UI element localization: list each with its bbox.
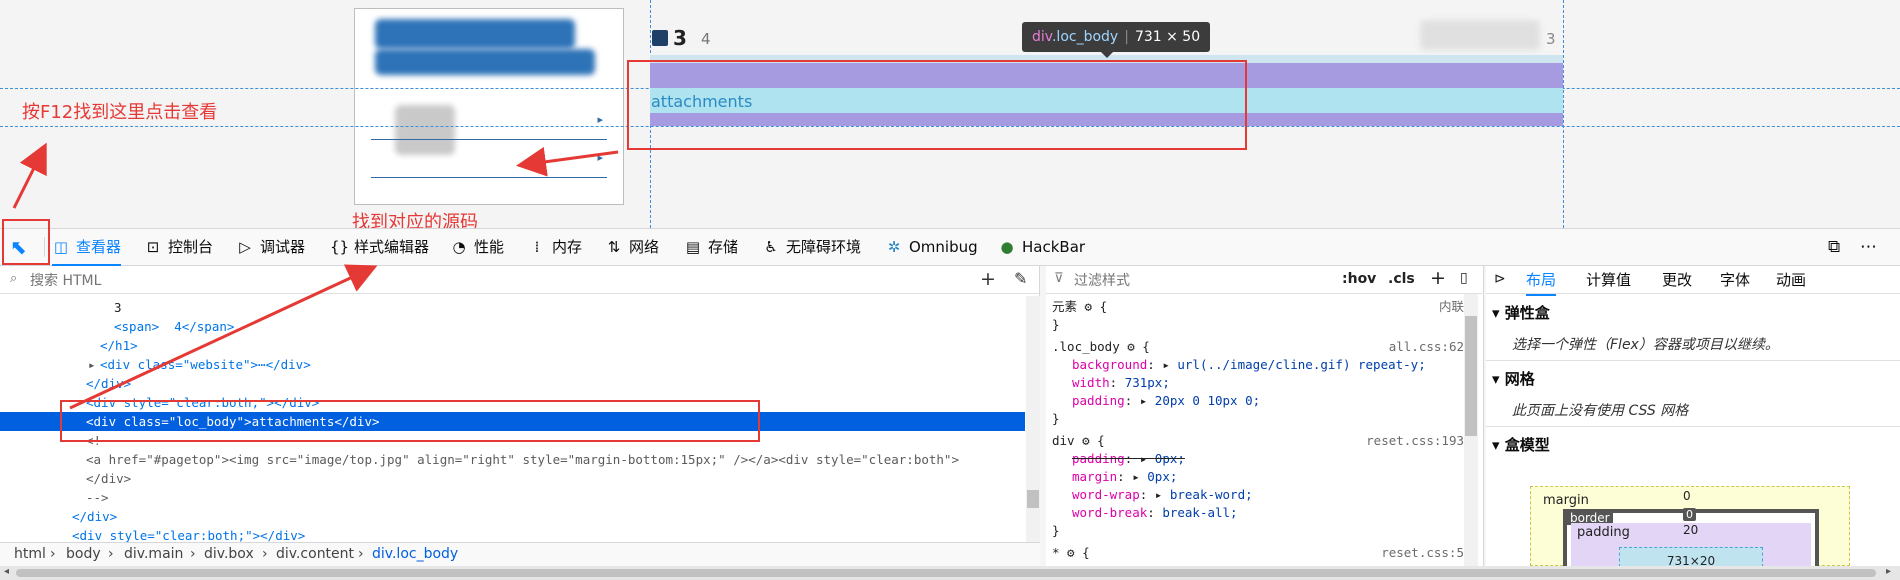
box-padding-top-value[interactable]: 20 bbox=[1683, 523, 1698, 537]
performance-icon: ◔ bbox=[452, 238, 466, 256]
breadcrumb-item[interactable]: div.content bbox=[276, 543, 354, 566]
tab-changes[interactable]: 更改 bbox=[1662, 266, 1692, 294]
section-divider bbox=[1486, 426, 1900, 427]
css-declaration[interactable]: padding: ▸ 20px 0 10px 0; bbox=[1052, 392, 1260, 410]
box-padding-label: padding bbox=[1577, 525, 1630, 540]
markup-line[interactable]: --> bbox=[0, 488, 1025, 507]
box-model-padding[interactable]: padding 20 731×20 bbox=[1571, 523, 1811, 567]
tab-label: 性能 bbox=[474, 238, 505, 256]
toggle-sidebar-icon[interactable]: ⊳ bbox=[1494, 271, 1506, 287]
grid-section-header[interactable]: ▾ 网格 bbox=[1492, 368, 1535, 389]
rules-scrollbar-thumb[interactable] bbox=[1465, 316, 1477, 436]
tab-label: Omnibug bbox=[909, 238, 978, 256]
breadcrumb: html › body › div.main › div.box › div.c… bbox=[0, 542, 1040, 566]
tab-label: 无障碍环境 bbox=[786, 238, 862, 256]
tab-storage[interactable]: ▤ 存储 bbox=[684, 229, 738, 265]
tab-accessibility[interactable]: ♿ 无障碍环境 bbox=[762, 229, 861, 265]
tab-hackbar[interactable]: ● HackBar bbox=[998, 229, 1085, 265]
rule-universal[interactable]: * ⚙ {reset.css:5 bbox=[1052, 544, 1464, 562]
css-declaration-overridden[interactable]: padding: ▸ 0px; bbox=[1052, 450, 1185, 468]
breadcrumb-separator: › bbox=[358, 546, 364, 562]
tab-computed[interactable]: 计算值 bbox=[1586, 266, 1631, 294]
filter-styles-input[interactable] bbox=[1072, 270, 1316, 292]
sidebar-tabs: ⊳ 布局 计算值 更改 字体 动画 bbox=[1486, 266, 1900, 296]
rule-loc-body[interactable]: .loc_body ⚙ {all.css:62 bbox=[1052, 338, 1464, 356]
css-declaration[interactable]: background: ▸ url(../image/cline.gif) re… bbox=[1052, 356, 1426, 374]
tab-fonts[interactable]: 字体 bbox=[1720, 266, 1750, 294]
hackbar-icon: ● bbox=[1000, 238, 1014, 256]
web-page-viewport: ▸ ▸ 3 4 3 attachments div.loc_body | 731 ×… bbox=[0, 0, 1900, 228]
more-options-icon[interactable]: ⋯ bbox=[1860, 229, 1877, 265]
breadcrumb-item[interactable]: body bbox=[66, 543, 101, 566]
tab-memory[interactable]: ⁞ 内存 bbox=[528, 229, 582, 265]
flexbox-section-text: 选择一个弹性（Flex）容器或项目以继续。 bbox=[1512, 337, 1779, 353]
dock-icon[interactable]: ⧉ bbox=[1828, 229, 1840, 265]
scroll-left-icon[interactable]: ◂ bbox=[4, 566, 9, 577]
network-icon: ⇅ bbox=[607, 238, 621, 256]
annotation-arrow-toolbar bbox=[69, 264, 378, 410]
css-declaration[interactable]: margin: ▸ 0px; bbox=[1052, 468, 1177, 486]
tab-label: HackBar bbox=[1022, 238, 1086, 256]
markup-line[interactable]: </div> bbox=[0, 469, 1025, 488]
tab-animations[interactable]: 动画 bbox=[1776, 266, 1806, 294]
eyedropper-icon[interactable]: ✎ bbox=[1014, 269, 1027, 288]
scroll-right-icon[interactable]: ▸ bbox=[1886, 566, 1891, 577]
annotation-arrows bbox=[12, 142, 619, 209]
horizontal-scrollbar-thumb[interactable] bbox=[16, 569, 1876, 577]
css-declaration[interactable]: word-wrap: ▸ break-word; bbox=[1052, 486, 1253, 504]
cls-toggle[interactable]: .cls bbox=[1388, 271, 1415, 287]
tab-network[interactable]: ⇅ 网络 bbox=[605, 229, 659, 265]
boxmodel-section-header[interactable]: ▾ 盒模型 bbox=[1492, 434, 1550, 455]
breadcrumb-item[interactable]: div.box bbox=[204, 543, 254, 566]
box-margin-top-value[interactable]: 0 bbox=[1683, 489, 1691, 503]
rule-brace: } bbox=[1052, 523, 1060, 538]
hov-toggle[interactable]: :hov bbox=[1342, 271, 1376, 287]
box-margin-label: margin bbox=[1543, 493, 1589, 508]
breadcrumb-separator: › bbox=[262, 546, 268, 562]
rule-source-link[interactable]: reset.css:193 bbox=[1366, 432, 1464, 450]
tab-label: 存储 bbox=[708, 238, 739, 256]
rule-brace: } bbox=[1052, 317, 1060, 332]
grid-section-text: 此页面上没有使用 CSS 网格 bbox=[1512, 403, 1689, 419]
tab-omnibug[interactable]: ✲ Omnibug bbox=[885, 229, 978, 265]
markup-line[interactable]: </div> bbox=[0, 507, 1025, 526]
rule-brace: } bbox=[1052, 411, 1060, 426]
breadcrumb-separator: › bbox=[108, 546, 114, 562]
tab-label: 网络 bbox=[629, 238, 660, 256]
box-model-border[interactable]: border 0 padding 20 731×20 bbox=[1563, 508, 1819, 567]
box-model-content[interactable]: 731×20 bbox=[1619, 547, 1763, 567]
tab-performance[interactable]: ◔ 性能 bbox=[450, 229, 504, 265]
breadcrumb-item[interactable]: html bbox=[14, 543, 46, 566]
layout-panel: ⊳ 布局 计算值 更改 字体 动画 ▾ 弹性盒 选择一个弹性（Flex）容器或项… bbox=[1486, 266, 1900, 567]
css-declaration[interactable]: word-break: break-all; bbox=[1052, 504, 1238, 522]
rules-toolbar: ⊽ :hov .cls + ▯ bbox=[1046, 266, 1484, 294]
horizontal-scrollbar[interactable]: ◂ ▸ bbox=[0, 566, 1900, 580]
add-rule-icon[interactable]: + bbox=[1430, 267, 1446, 289]
flexbox-section-header[interactable]: ▾ 弹性盒 bbox=[1492, 302, 1550, 323]
markup-line[interactable]: <a href="#pagetop"><img src="image/top.j… bbox=[0, 450, 1025, 469]
print-media-icon[interactable]: ▯ bbox=[1460, 270, 1468, 286]
omnibug-icon: ✲ bbox=[887, 238, 901, 256]
filter-icon: ⊽ bbox=[1054, 271, 1064, 286]
memory-icon: ⁞ bbox=[534, 238, 540, 256]
add-node-icon[interactable]: + bbox=[980, 268, 996, 290]
tab-layout[interactable]: 布局 bbox=[1526, 266, 1557, 296]
rule-div[interactable]: div ⚙ {reset.css:193 bbox=[1052, 432, 1464, 450]
css-declaration[interactable]: width: 731px; bbox=[1052, 374, 1170, 392]
rule-element[interactable]: 元素 ⚙ {内联 bbox=[1052, 298, 1464, 316]
storage-icon: ▤ bbox=[685, 238, 701, 256]
section-divider bbox=[1486, 360, 1900, 361]
breadcrumb-item-current[interactable]: div.loc_body bbox=[372, 543, 458, 566]
rules-panel: ⊽ :hov .cls + ▯ 元素 ⚙ {内联 } .loc_body ⚙ {… bbox=[1046, 266, 1484, 566]
rule-source-link[interactable]: all.css:62 bbox=[1389, 338, 1464, 356]
breadcrumb-separator: › bbox=[190, 546, 196, 562]
markup-scrollbar-thumb[interactable] bbox=[1027, 490, 1039, 508]
rule-source-link[interactable]: reset.css:5 bbox=[1381, 544, 1464, 562]
accessibility-icon: ♿ bbox=[764, 238, 778, 256]
tab-label: 内存 bbox=[552, 238, 583, 256]
box-model-margin[interactable]: margin 0 border 0 padding 20 731×20 bbox=[1530, 486, 1850, 567]
breadcrumb-separator: › bbox=[50, 546, 56, 562]
breadcrumb-item[interactable]: div.main bbox=[124, 543, 183, 566]
box-border-top-value[interactable]: 0 bbox=[1683, 508, 1696, 521]
